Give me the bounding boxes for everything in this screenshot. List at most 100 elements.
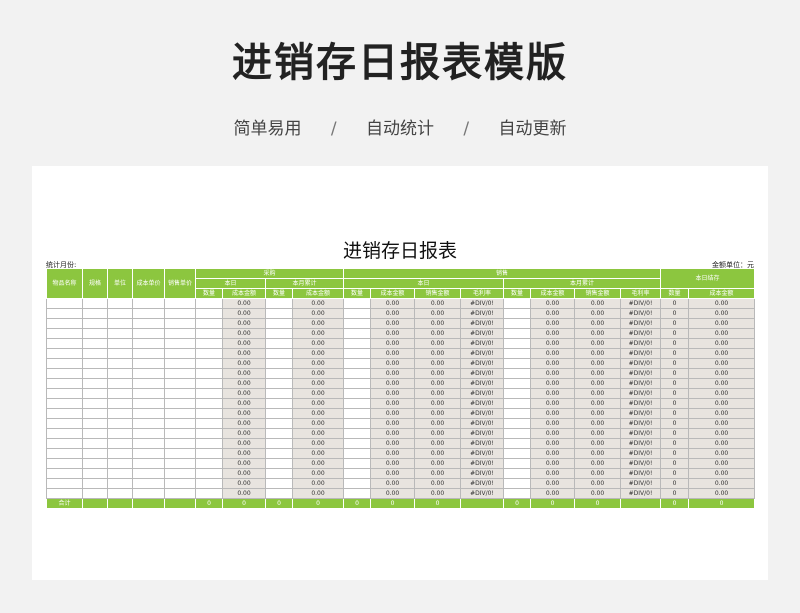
table-cell[interactable] — [343, 478, 372, 489]
table-cell[interactable] — [107, 398, 133, 409]
table-cell[interactable] — [195, 478, 223, 489]
table-cell[interactable] — [195, 368, 223, 379]
table-cell[interactable] — [82, 438, 108, 449]
table-cell[interactable] — [107, 438, 133, 449]
table-cell[interactable] — [46, 348, 83, 359]
table-cell[interactable] — [132, 398, 165, 409]
table-cell[interactable] — [107, 388, 133, 399]
table-cell[interactable] — [46, 428, 83, 439]
table-cell[interactable] — [46, 338, 83, 349]
table-cell[interactable] — [107, 308, 133, 319]
table-cell[interactable] — [164, 298, 196, 309]
table-cell[interactable] — [132, 308, 165, 319]
table-cell[interactable] — [82, 458, 108, 469]
table-cell[interactable] — [107, 358, 133, 369]
table-cell[interactable] — [82, 318, 108, 329]
table-cell[interactable] — [46, 388, 83, 399]
table-cell[interactable] — [46, 318, 83, 329]
table-cell[interactable] — [164, 448, 196, 459]
table-cell[interactable] — [82, 468, 108, 479]
table-cell[interactable] — [82, 338, 108, 349]
table-cell[interactable] — [82, 488, 108, 499]
table-cell[interactable] — [46, 298, 83, 309]
table-cell[interactable] — [343, 328, 372, 339]
table-cell[interactable] — [107, 338, 133, 349]
table-cell[interactable] — [132, 448, 165, 459]
table-cell[interactable] — [195, 468, 223, 479]
table-cell[interactable] — [107, 378, 133, 389]
table-cell[interactable] — [82, 368, 108, 379]
table-cell[interactable] — [164, 348, 196, 359]
table-cell[interactable] — [132, 468, 165, 479]
table-cell[interactable] — [343, 358, 372, 369]
table-cell[interactable] — [107, 468, 133, 479]
table-cell[interactable] — [107, 488, 133, 499]
table-cell[interactable] — [343, 428, 372, 439]
table-cell[interactable] — [132, 318, 165, 329]
table-cell[interactable] — [107, 348, 133, 359]
table-cell[interactable] — [343, 298, 372, 309]
table-cell[interactable] — [107, 328, 133, 339]
table-cell[interactable] — [46, 418, 83, 429]
table-cell[interactable] — [195, 338, 223, 349]
table-cell[interactable] — [164, 368, 196, 379]
table-cell[interactable] — [107, 298, 133, 309]
table-cell[interactable] — [82, 348, 108, 359]
table-cell[interactable] — [107, 478, 133, 489]
table-cell[interactable] — [46, 328, 83, 339]
table-cell[interactable] — [164, 398, 196, 409]
table-cell[interactable] — [132, 408, 165, 419]
table-cell[interactable] — [164, 408, 196, 419]
table-cell[interactable] — [132, 488, 165, 499]
table-cell[interactable] — [195, 378, 223, 389]
table-cell[interactable] — [195, 358, 223, 369]
table-cell[interactable] — [343, 398, 372, 409]
table-cell[interactable] — [46, 308, 83, 319]
table-cell[interactable] — [82, 308, 108, 319]
table-cell[interactable] — [46, 478, 83, 489]
table-cell[interactable] — [343, 448, 372, 459]
table-cell[interactable] — [82, 408, 108, 419]
table-cell[interactable] — [46, 458, 83, 469]
table-cell[interactable] — [132, 328, 165, 339]
table-cell[interactable] — [343, 378, 372, 389]
table-cell[interactable] — [343, 318, 372, 329]
table-cell[interactable] — [164, 338, 196, 349]
table-cell[interactable] — [164, 438, 196, 449]
table-cell[interactable] — [132, 348, 165, 359]
table-cell[interactable] — [46, 438, 83, 449]
table-cell[interactable] — [195, 428, 223, 439]
table-cell[interactable] — [343, 348, 372, 359]
table-cell[interactable] — [164, 468, 196, 479]
table-cell[interactable] — [195, 408, 223, 419]
table-cell[interactable] — [195, 458, 223, 469]
table-cell[interactable] — [82, 478, 108, 489]
table-cell[interactable] — [46, 408, 83, 419]
table-cell[interactable] — [107, 418, 133, 429]
table-cell[interactable] — [343, 308, 372, 319]
table-cell[interactable] — [195, 308, 223, 319]
table-cell[interactable] — [132, 438, 165, 449]
table-cell[interactable] — [164, 428, 196, 439]
table-cell[interactable] — [82, 428, 108, 439]
table-cell[interactable] — [82, 298, 108, 309]
table-cell[interactable] — [164, 328, 196, 339]
table-cell[interactable] — [46, 358, 83, 369]
table-cell[interactable] — [195, 488, 223, 499]
table-cell[interactable] — [195, 298, 223, 309]
table-cell[interactable] — [195, 418, 223, 429]
table-cell[interactable] — [164, 488, 196, 499]
table-cell[interactable] — [164, 378, 196, 389]
table-cell[interactable] — [46, 398, 83, 409]
table-cell[interactable] — [164, 388, 196, 399]
table-cell[interactable] — [82, 388, 108, 399]
table-cell[interactable] — [46, 368, 83, 379]
table-cell[interactable] — [343, 438, 372, 449]
table-cell[interactable] — [132, 478, 165, 489]
table-cell[interactable] — [82, 378, 108, 389]
table-cell[interactable] — [343, 458, 372, 469]
table-cell[interactable] — [107, 458, 133, 469]
table-cell[interactable] — [82, 398, 108, 409]
table-cell[interactable] — [164, 458, 196, 469]
table-cell[interactable] — [132, 428, 165, 439]
